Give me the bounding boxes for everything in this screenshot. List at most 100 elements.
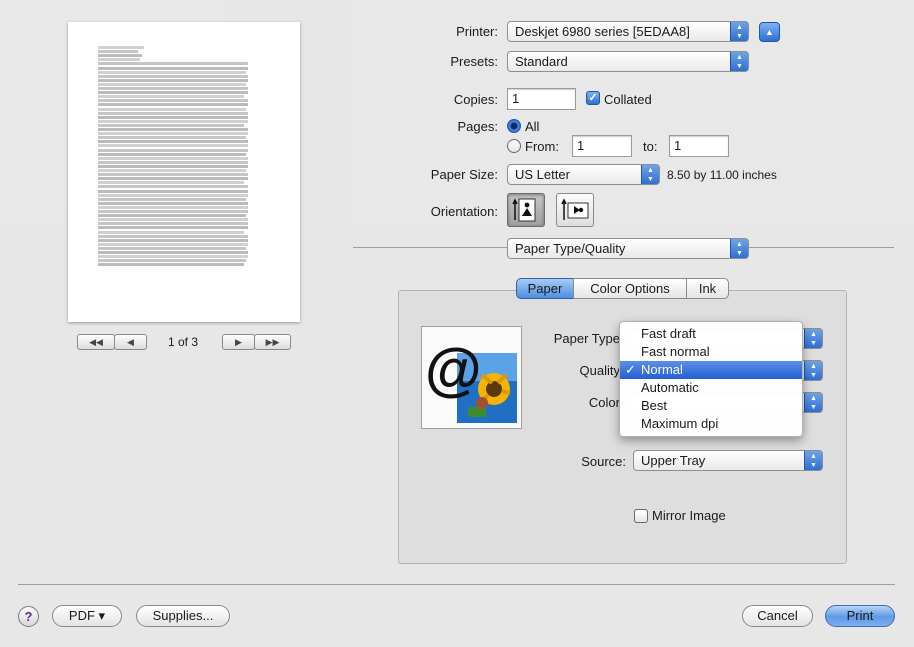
preview-text-line <box>98 91 248 95</box>
pages-from-field[interactable]: 1 <box>572 135 632 157</box>
quality-menu-item[interactable]: Maximum dpi <box>620 415 802 433</box>
preview-text-line <box>98 201 248 205</box>
pages-range-radio[interactable] <box>507 139 521 153</box>
quality-menu-item[interactable]: ✓ Normal <box>620 361 802 379</box>
preview-text-line <box>98 189 248 193</box>
printer-popup[interactable]: Deskjet 6980 series [5EDAA8] ▲ ▼ <box>507 21 749 42</box>
preview-text-line <box>98 62 248 66</box>
preview-text-line <box>98 95 244 99</box>
pages-from-label: From: <box>525 139 559 154</box>
collated-label: Collated <box>604 92 652 107</box>
quality-menu-item[interactable]: Fast normal <box>620 343 802 361</box>
quality-menu-item[interactable]: Automatic <box>620 379 802 397</box>
print-dialog: ◀◀ ◀ 1 of 3 ▶ ▶▶ Printer: Deskjet 6980 s… <box>0 0 914 647</box>
preview-text-line <box>98 197 246 201</box>
pages-all-label: All <box>525 119 540 134</box>
preview-text-line <box>98 82 246 86</box>
quality-menu-item-label: Fast draft <box>641 326 696 341</box>
tab-paper[interactable]: Paper <box>516 278 574 299</box>
quality-menu-item[interactable]: Fast draft <box>620 325 802 343</box>
collated-checkbox[interactable]: ✓ <box>586 91 600 105</box>
updown-arrows-icon: ▲ ▼ <box>730 239 748 258</box>
panel-select-value: Paper Type/Quality <box>515 241 626 256</box>
paper-size-label: Paper Size: <box>430 167 498 182</box>
copies-field[interactable]: 1 <box>507 88 576 110</box>
updown-arrows-icon: ▲ ▼ <box>641 165 659 184</box>
preview-text-line <box>98 185 248 189</box>
preview-text-line <box>98 46 144 49</box>
tab-color-options[interactable]: Color Options <box>573 278 687 299</box>
help-button[interactable]: ? <box>18 606 39 627</box>
orientation-label: Orientation: <box>430 204 498 219</box>
page-indicator: 1 of 3 <box>167 335 199 349</box>
preview-text-line <box>98 115 248 119</box>
landscape-orientation-icon[interactable] <box>556 193 594 227</box>
previous-page-button[interactable]: ◀ <box>114 334 147 350</box>
color-label: Color <box>588 395 620 410</box>
preview-text-line <box>98 263 244 267</box>
printer-value: Deskjet 6980 series [5EDAA8] <box>515 24 690 39</box>
preview-text-line <box>98 123 244 127</box>
preview-text-line <box>98 251 248 254</box>
panel-select-popup[interactable]: Paper Type/Quality ▲ ▼ <box>507 238 749 259</box>
preview-text-line <box>98 259 246 263</box>
preview-text-line <box>98 160 248 164</box>
updown-arrows-icon: ▲ ▼ <box>804 393 822 412</box>
preview-text-line <box>98 214 246 218</box>
updown-arrows-icon: ▲ ▼ <box>804 329 822 348</box>
first-page-button[interactable]: ◀◀ <box>77 334 115 350</box>
pages-to-label: to: <box>643 139 658 154</box>
source-popup[interactable]: Upper Tray ▲ ▼ <box>633 450 823 471</box>
preview-text-line <box>98 119 248 123</box>
preview-text-line <box>98 103 248 107</box>
preview-text-line <box>98 136 246 140</box>
page-preview <box>68 22 300 322</box>
preview-text-line <box>98 242 248 246</box>
preview-text-line <box>98 169 246 172</box>
mirror-image-checkbox[interactable] <box>634 509 648 523</box>
mirror-image-label: Mirror Image <box>652 508 726 523</box>
updown-arrows-icon: ▲ ▼ <box>730 22 748 41</box>
quality-label: Quality <box>579 363 620 378</box>
portrait-orientation-icon[interactable] <box>507 193 545 227</box>
preview-text-line <box>98 78 248 82</box>
preview-text-line <box>98 152 246 156</box>
preview-text-line <box>98 246 246 250</box>
preview-text-line <box>98 74 248 78</box>
tab-ink[interactable]: Ink <box>686 278 729 299</box>
preview-text-line <box>98 140 248 144</box>
presets-label: Presets: <box>450 54 498 69</box>
print-button[interactable]: Print <box>825 605 895 627</box>
presets-popup[interactable]: Standard ▲ ▼ <box>507 51 749 72</box>
preview-text-line <box>98 54 142 58</box>
source-label: Source: <box>581 454 626 469</box>
preview-text-line <box>98 132 248 136</box>
preview-text-line <box>98 111 248 115</box>
preview-text-line <box>98 144 248 148</box>
supplies-button[interactable]: Supplies... <box>136 605 230 627</box>
pdf-menu-button[interactable]: PDF ▾ <box>52 605 122 627</box>
disclosure-triangle-icon[interactable]: ▲ <box>759 22 780 42</box>
quality-menu-item-label: Automatic <box>641 380 699 395</box>
preview-text-line <box>98 107 246 111</box>
updown-arrows-icon: ▲ ▼ <box>730 52 748 71</box>
next-page-button[interactable]: ▶ <box>222 334 255 350</box>
preview-text-line <box>98 128 248 131</box>
last-page-button[interactable]: ▶▶ <box>254 334 291 350</box>
paper-type-label: Paper Type <box>553 331 620 346</box>
paper-size-value: US Letter <box>515 167 570 182</box>
preview-text-line <box>98 210 248 213</box>
pages-all-radio[interactable] <box>507 119 521 133</box>
preview-text-line <box>98 173 248 177</box>
copies-label: Copies: <box>453 92 498 107</box>
pages-to-field[interactable]: 1 <box>669 135 729 157</box>
paper-size-popup[interactable]: US Letter ▲ ▼ <box>507 164 660 185</box>
cancel-button[interactable]: Cancel <box>742 605 813 627</box>
quality-dropdown-menu: Fast draft Fast normal ✓ Normal Automatic Bes… <box>619 321 803 437</box>
preview-text-line <box>98 230 244 234</box>
preview-text-line <box>98 255 248 259</box>
quality-menu-item[interactable]: Best <box>620 397 802 415</box>
source-value: Upper Tray <box>641 453 706 468</box>
preview-text-line <box>98 238 248 242</box>
preview-text-line <box>98 177 248 181</box>
